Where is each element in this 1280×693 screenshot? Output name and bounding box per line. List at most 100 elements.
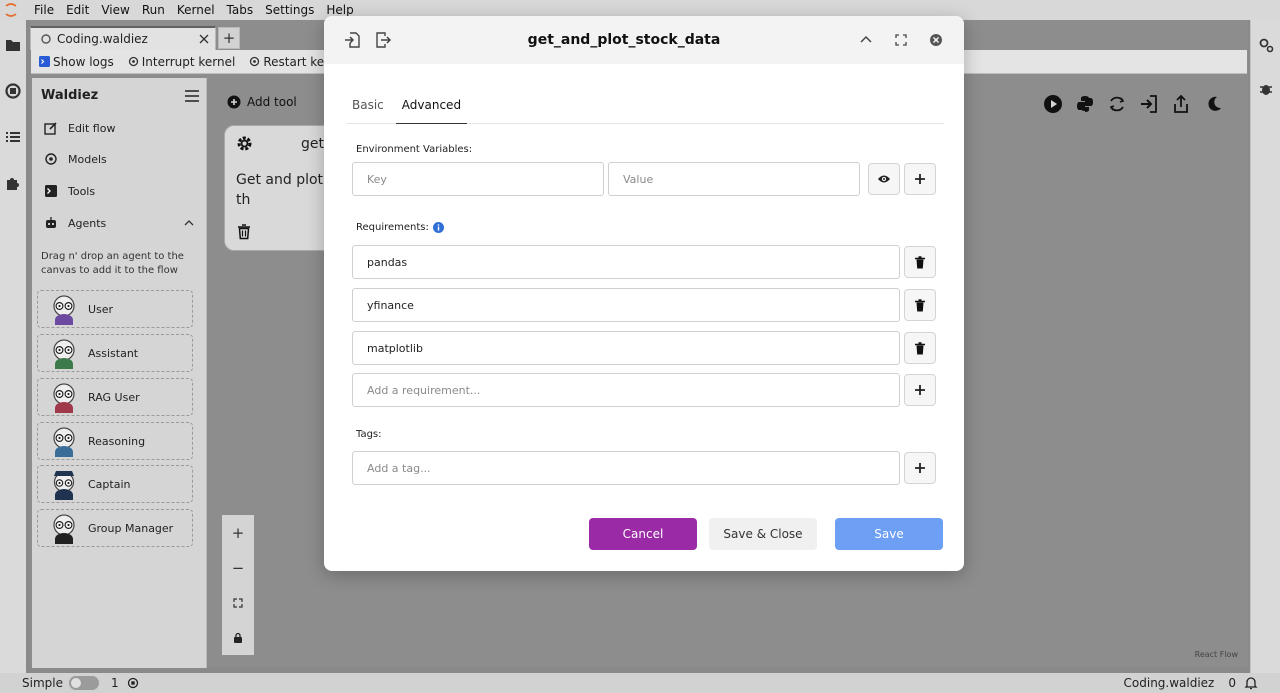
import-icon[interactable]	[1139, 94, 1159, 114]
requirement-input-1[interactable]	[352, 245, 900, 279]
terminal-icon	[39, 56, 50, 67]
menu-tabs[interactable]: Tabs	[227, 3, 254, 17]
delete-requirement-button-3[interactable]	[904, 332, 936, 364]
lock-button[interactable]	[222, 620, 254, 655]
agent-user[interactable]: User	[37, 290, 193, 328]
plus-icon	[914, 462, 926, 474]
new-tab-button[interactable]: +	[218, 27, 240, 49]
sync-icon[interactable]	[1107, 94, 1127, 114]
jupyter-logo-icon	[0, 0, 22, 20]
agent-label: Captain	[88, 477, 131, 491]
zoom-out-button[interactable]: −	[222, 550, 254, 585]
agent-avatar-icon	[48, 468, 80, 500]
modal-tabs: Basic Advanced	[346, 94, 944, 124]
gear-icon	[249, 56, 260, 67]
menu-help[interactable]: Help	[326, 3, 353, 17]
simple-mode-toggle[interactable]	[68, 676, 99, 690]
close-tab-icon[interactable]	[199, 34, 209, 44]
plus-icon	[914, 384, 926, 396]
right-activity-bar	[1250, 20, 1280, 673]
save-close-button[interactable]: Save & Close	[709, 518, 817, 550]
env-value-input[interactable]	[608, 162, 860, 196]
debugger-icon[interactable]	[1257, 80, 1275, 98]
tab-basic[interactable]: Basic	[346, 94, 390, 123]
hamburger-menu-icon[interactable]	[185, 89, 199, 102]
agent-reasoning[interactable]: Reasoning	[37, 422, 193, 460]
env-key-input[interactable]	[352, 162, 604, 196]
menu-settings[interactable]: Settings	[265, 3, 314, 17]
sidebar-item-edit-flow[interactable]: Edit flow	[44, 121, 194, 135]
menu-edit[interactable]: Edit	[66, 3, 89, 17]
add-requirement-button[interactable]	[904, 374, 936, 406]
agent-avatar-icon	[48, 512, 80, 544]
notification-count: 0	[1228, 676, 1236, 690]
sidebar-hint: Drag n' drop an agent to the canvas to a…	[41, 251, 184, 276]
interrupt-kernel-button[interactable]: Interrupt kernel	[128, 54, 236, 69]
sidebar-item-label: Agents	[68, 216, 107, 230]
kernel-count[interactable]: 1	[111, 676, 119, 690]
close-icon[interactable]	[928, 32, 944, 48]
bell-icon[interactable]	[1244, 676, 1258, 690]
menu-view[interactable]: View	[101, 3, 129, 17]
cancel-button[interactable]: Cancel	[589, 518, 697, 550]
dark-mode-moon-icon[interactable]	[1203, 94, 1223, 114]
show-logs-button[interactable]: Show logs	[39, 55, 114, 69]
fit-view-button[interactable]	[222, 585, 254, 620]
trash-icon	[914, 298, 926, 312]
agent-rag-user[interactable]: RAG User	[37, 378, 193, 416]
share-icon[interactable]	[1171, 94, 1191, 114]
plus-icon	[914, 173, 926, 185]
property-inspector-icon[interactable]	[1257, 36, 1275, 54]
requirement-input-2[interactable]	[352, 288, 900, 322]
sidebar-item-label: Tools	[68, 184, 96, 198]
mode-label: Simple	[22, 676, 63, 690]
env-vars-label: Environment Variables:	[356, 144, 473, 155]
trash-icon[interactable]	[236, 224, 252, 240]
running-icon[interactable]	[4, 82, 22, 100]
zoom-in-button[interactable]: +	[222, 515, 254, 550]
sidebar-item-models[interactable]: Models	[44, 152, 194, 166]
agent-captain[interactable]: Captain	[37, 465, 193, 503]
document-tab[interactable]: Coding.waldiez	[30, 26, 216, 50]
agent-group-manager[interactable]: Group Manager	[37, 509, 193, 547]
agent-label: User	[88, 302, 114, 316]
delete-requirement-button-1[interactable]	[904, 246, 936, 278]
kernel-gear-icon[interactable]	[127, 677, 139, 689]
save-button[interactable]: Save	[835, 518, 943, 550]
sidebar-title: Waldiez	[41, 88, 99, 103]
agent-assistant[interactable]: Assistant	[37, 334, 193, 372]
sidebar-item-agents[interactable]: Agents	[44, 216, 194, 230]
lock-icon	[233, 632, 243, 643]
play-icon[interactable]	[1043, 94, 1063, 114]
collapse-icon[interactable]	[858, 32, 874, 48]
python-icon[interactable]	[1075, 94, 1095, 114]
menu-kernel[interactable]: Kernel	[177, 3, 215, 17]
menu-file[interactable]: File	[34, 3, 54, 17]
menu-run[interactable]: Run	[142, 3, 165, 17]
add-tool-button[interactable]: Add tool	[227, 95, 297, 109]
fullscreen-icon[interactable]	[893, 32, 909, 48]
folder-icon[interactable]	[4, 36, 22, 54]
sidebar-item-tools[interactable]: Tools	[44, 184, 194, 198]
toggle-visibility-button[interactable]	[868, 163, 900, 195]
extensions-icon[interactable]	[4, 174, 22, 192]
toc-icon[interactable]	[4, 128, 22, 146]
add-tag-button[interactable]	[904, 452, 936, 484]
delete-requirement-button-2[interactable]	[904, 289, 936, 321]
chevron-up-icon[interactable]	[184, 220, 194, 226]
add-env-var-button[interactable]	[904, 163, 936, 195]
gear-icon[interactable]	[236, 135, 253, 152]
tab-advanced[interactable]: Advanced	[395, 94, 468, 124]
react-flow-attribution[interactable]: React Flow	[1195, 650, 1238, 659]
terminal-icon	[44, 184, 58, 198]
interrupt-kernel-label: Interrupt kernel	[141, 54, 236, 69]
info-icon[interactable]	[432, 222, 444, 233]
add-requirement-input[interactable]	[352, 373, 900, 407]
agent-avatar-icon	[48, 293, 80, 325]
sidebar-item-label: Edit flow	[68, 121, 116, 135]
add-tool-label: Add tool	[247, 95, 297, 109]
sidebar-item-label: Models	[68, 152, 107, 166]
add-tag-input[interactable]	[352, 451, 900, 485]
modal-header: get_and_plot_stock_data	[324, 16, 964, 64]
requirement-input-3[interactable]	[352, 331, 900, 365]
